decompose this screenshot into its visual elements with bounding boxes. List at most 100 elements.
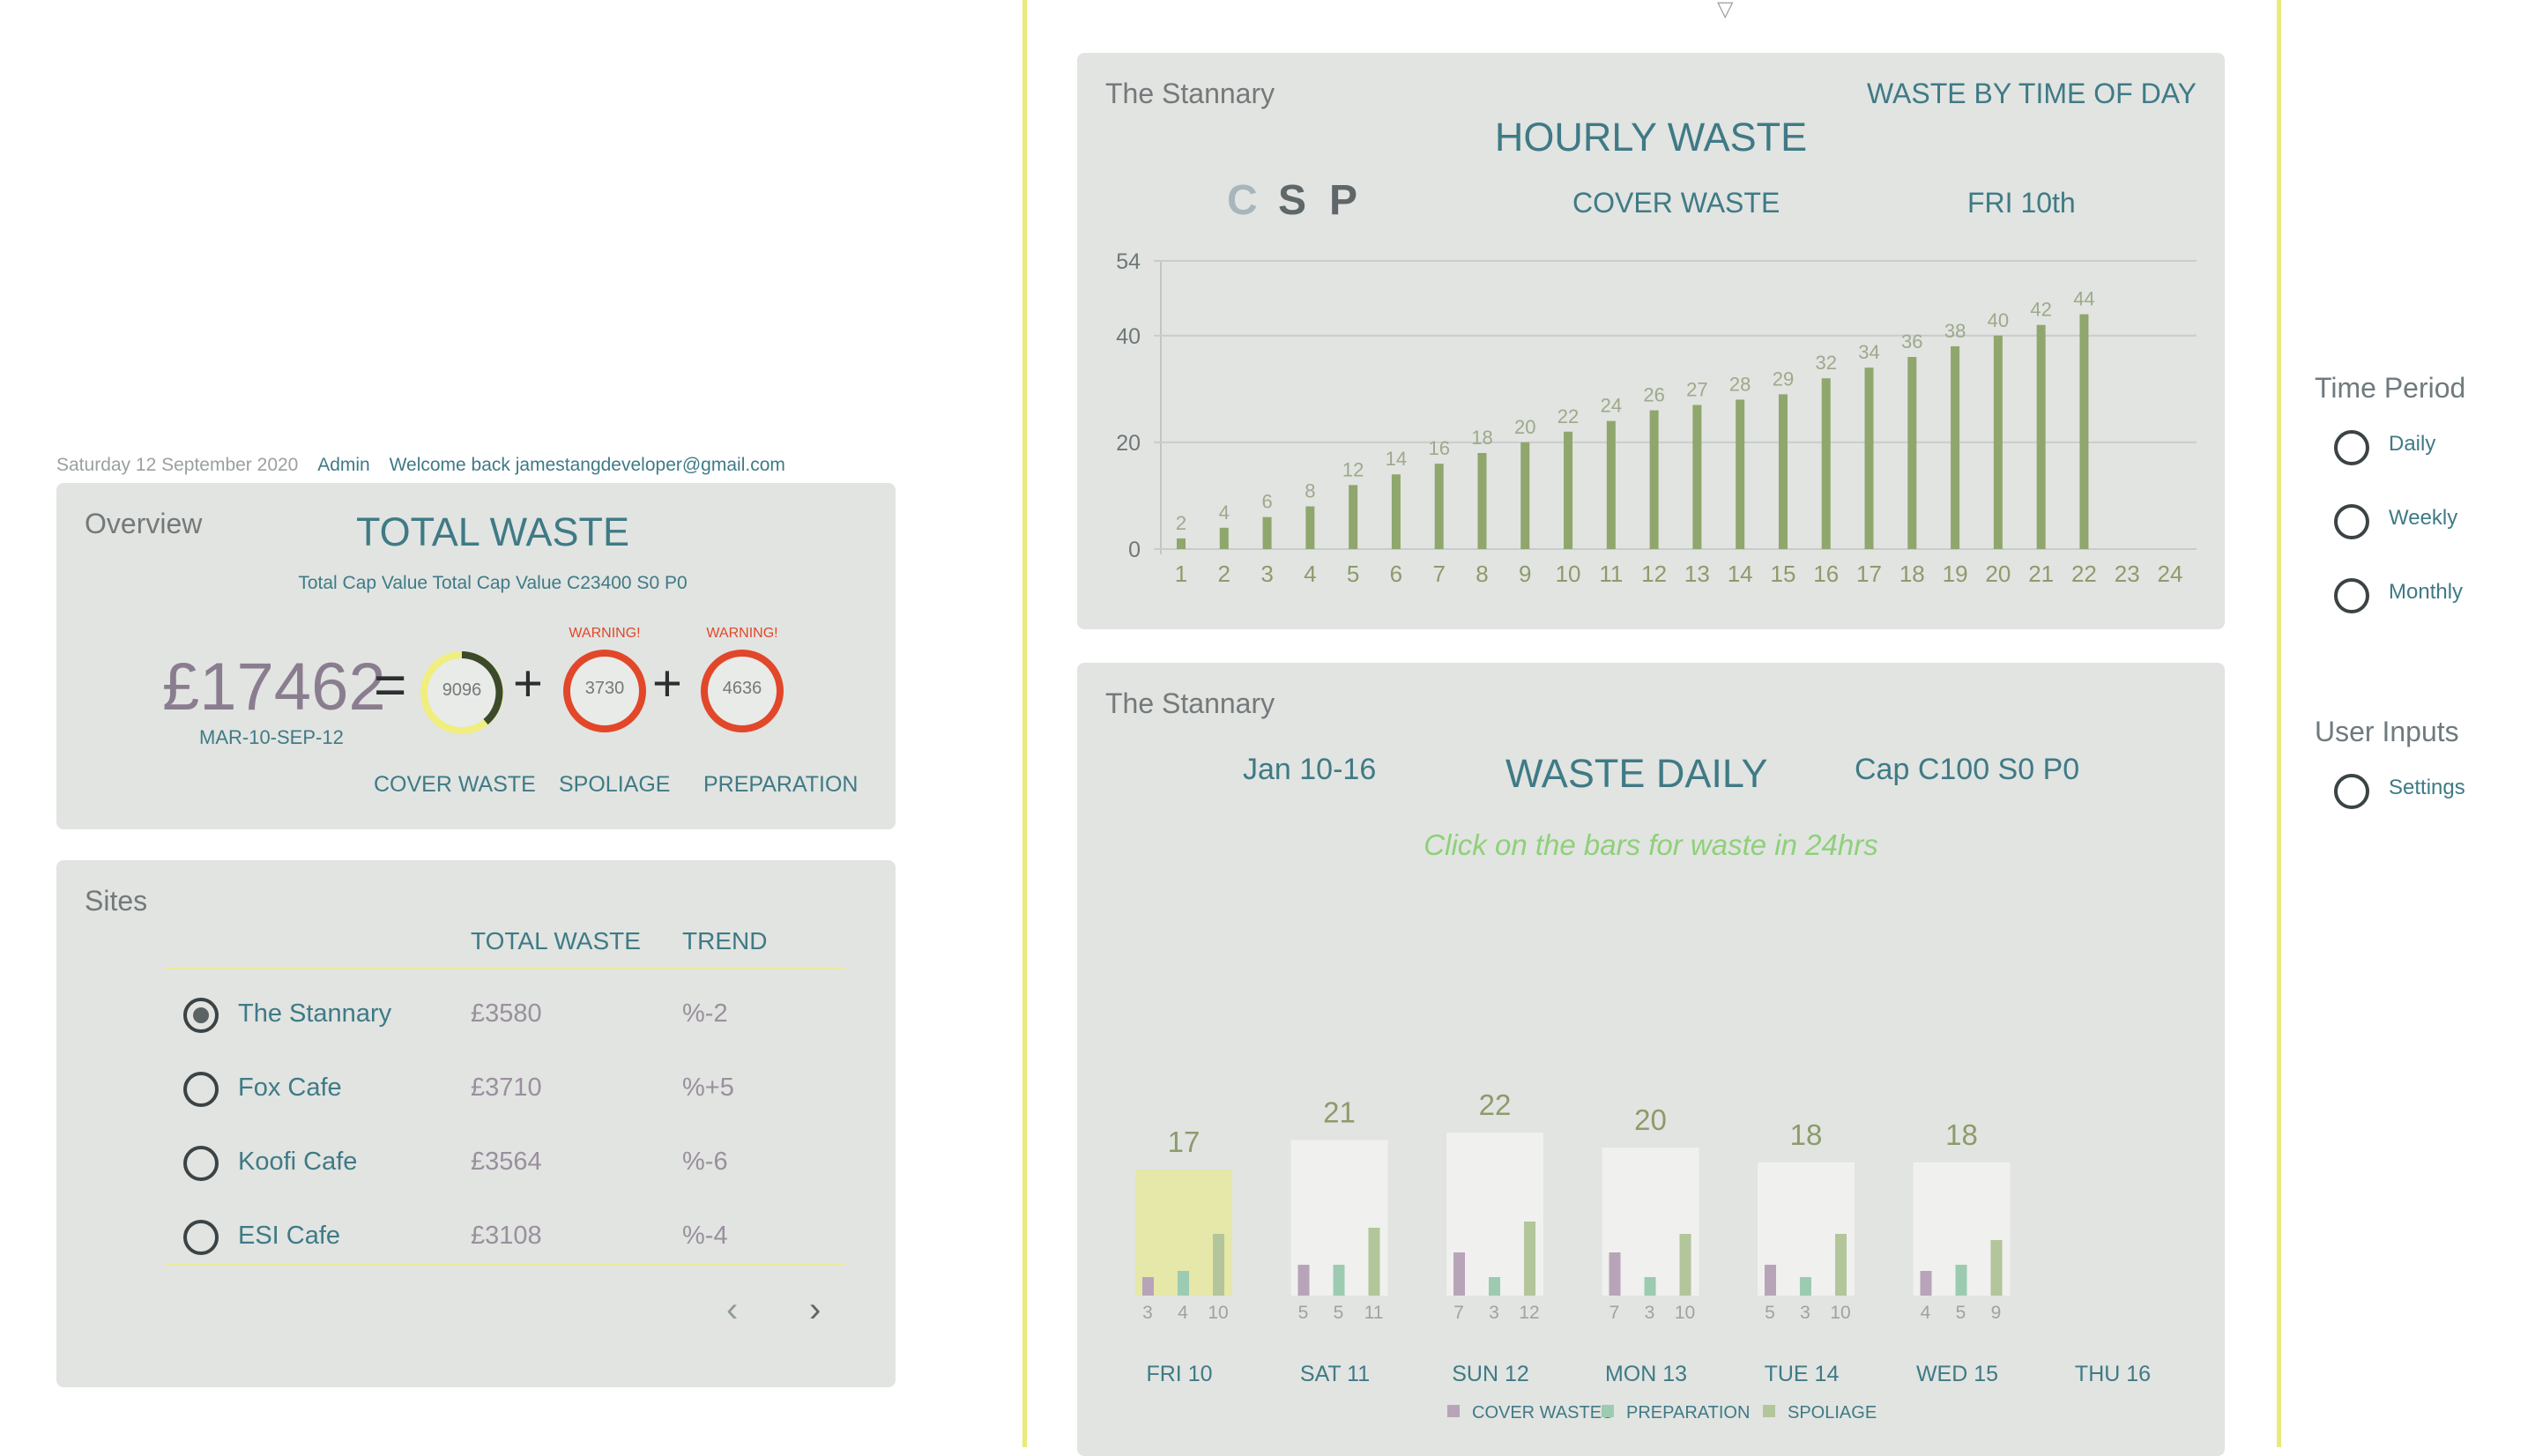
header-date: Saturday 12 September 2020 [56, 455, 299, 475]
hourly-chart[interactable]: 0204054122436485126147168189201022112412… [1077, 53, 2225, 629]
x-tick-label: 1 [1175, 561, 1187, 587]
bar-value-label: 14 [1386, 448, 1407, 470]
series-value-label: 3 [1489, 1303, 1499, 1323]
daily-chart[interactable]: 17 3 4 10 FRI 10 21 5 5 11 SAT 11 22 7 3 12 SUN 12 20 7 3… [1077, 663, 2225, 1456]
day-total-label: 22 [1479, 1088, 1512, 1121]
series-value-label: 9 [1991, 1303, 2002, 1323]
cover-waste-value: 9096 [442, 680, 482, 700]
bar-value-label: 44 [2073, 288, 2094, 310]
site-row[interactable]: Koofi Cafe £3564 %-6 [56, 1137, 896, 1190]
site-trend: %-6 [682, 1148, 728, 1176]
series-bar [1178, 1271, 1189, 1296]
hourly-bar [1692, 405, 1702, 549]
x-tick-label: 16 [1813, 561, 1839, 587]
day-label: TUE 14 [1765, 1362, 1840, 1386]
option-monthly-label[interactable]: Monthly [2389, 580, 2463, 605]
site-radio[interactable] [183, 998, 219, 1033]
legend-label: COVER WASTES [1472, 1403, 1613, 1423]
series-bar [1679, 1234, 1691, 1296]
bar-value-label: 4 [1219, 501, 1230, 524]
bar-value-label: 28 [1729, 373, 1751, 395]
site-radio[interactable] [183, 1072, 219, 1107]
legend-swatch [1602, 1405, 1614, 1417]
series-value-label: 5 [1334, 1303, 1344, 1323]
site-trend: %+5 [682, 1073, 734, 1102]
y-tick-label: 54 [1116, 249, 1141, 274]
site-row[interactable]: ESI Cafe £3108 %-4 [56, 1211, 896, 1264]
hourly-panel: The Stannary WASTE BY TIME OF DAY HOURLY… [1077, 53, 2225, 629]
x-tick-label: 13 [1684, 561, 1710, 587]
radio-daily[interactable] [2334, 430, 2369, 465]
x-tick-label: 17 [1856, 561, 1882, 587]
radio-monthly[interactable] [2334, 578, 2369, 613]
cap-value: Total Cap Value Total Cap Value C23400 S… [298, 573, 688, 593]
series-bar [1524, 1222, 1535, 1296]
series-bar [1142, 1277, 1154, 1296]
preparation-warning: WARNING! [706, 626, 778, 641]
x-tick-label: 5 [1347, 561, 1359, 587]
total-value: £17462 [162, 650, 386, 724]
table-top-rule [166, 968, 844, 969]
series-value-label: 7 [1453, 1303, 1464, 1323]
settings-label[interactable]: Settings [2389, 776, 2465, 800]
day-total-label: 20 [1634, 1103, 1667, 1136]
option-weekly-label[interactable]: Weekly [2389, 506, 2457, 531]
radio-settings[interactable] [2334, 774, 2369, 809]
filter-icon[interactable]: ▽ [1717, 0, 1733, 22]
bar-value-label: 20 [1514, 416, 1535, 438]
y-tick-label: 20 [1116, 431, 1141, 456]
hourly-bar [1177, 538, 1186, 549]
y-tick-label: 0 [1128, 538, 1141, 562]
bar-value-label: 40 [1988, 309, 2009, 331]
header-bar: Saturday 12 September 2020 Admin Welcome… [56, 455, 785, 476]
hourly-bar [1564, 431, 1573, 549]
series-value-label: 3 [1645, 1303, 1655, 1323]
x-tick-label: 8 [1476, 561, 1488, 587]
legend-swatch [1763, 1405, 1775, 1417]
bar-value-label: 8 [1305, 480, 1315, 502]
bar-value-label: 6 [1261, 491, 1272, 513]
hourly-bar [1736, 399, 1745, 549]
site-name: Koofi Cafe [238, 1148, 358, 1176]
hourly-bar [1907, 357, 1917, 549]
series-bar [1609, 1252, 1621, 1296]
hourly-bar [1606, 420, 1616, 549]
chevron-left-icon[interactable]: ‹ [726, 1290, 738, 1330]
table-bottom-rule [166, 1264, 844, 1266]
x-tick-label: 18 [1899, 561, 1925, 587]
spoliage-ring[interactable]: 3730 [561, 647, 649, 735]
site-row[interactable]: Fox Cafe £3710 %+5 [56, 1063, 896, 1116]
series-bar [1453, 1252, 1465, 1296]
legend-label: SPOLIAGE [1788, 1403, 1877, 1423]
radio-weekly[interactable] [2334, 504, 2369, 539]
hourly-bar [1864, 368, 1874, 549]
day-total-label: 18 [1790, 1118, 1823, 1151]
site-row[interactable]: The Stannary £3580 %-2 [56, 989, 896, 1042]
site-trend: %-2 [682, 999, 728, 1028]
spoliage-warning: WARNING! [569, 626, 641, 641]
bar-value-label: 34 [1858, 341, 1879, 363]
series-value-label: 3 [1800, 1303, 1810, 1323]
series-bar [1800, 1277, 1811, 1296]
bar-value-label: 18 [1471, 427, 1492, 449]
bar-value-label: 12 [1342, 458, 1364, 480]
series-value-label: 7 [1609, 1303, 1620, 1323]
bar-value-label: 24 [1601, 395, 1622, 417]
site-radio[interactable] [183, 1220, 219, 1255]
preparation-value: 4636 [722, 679, 762, 698]
day-label: THU 16 [2075, 1362, 2151, 1386]
site-total: £3108 [471, 1222, 542, 1250]
bar-value-label: 26 [1643, 384, 1664, 406]
site-radio[interactable] [183, 1146, 219, 1181]
series-bar [1368, 1228, 1380, 1296]
series-value-label: 3 [1142, 1303, 1153, 1323]
option-daily-label[interactable]: Daily [2389, 432, 2435, 457]
preparation-ring[interactable]: 4636 [698, 647, 786, 735]
chevron-right-icon[interactable]: › [809, 1290, 821, 1330]
day-label: WED 15 [1916, 1362, 1998, 1386]
cover-waste-ring[interactable]: 9096 [418, 649, 506, 737]
hourly-bar [1778, 394, 1788, 549]
plus-sign-2: + [652, 655, 682, 712]
plus-sign-1: + [513, 655, 543, 712]
day-label: FRI 10 [1146, 1362, 1212, 1386]
